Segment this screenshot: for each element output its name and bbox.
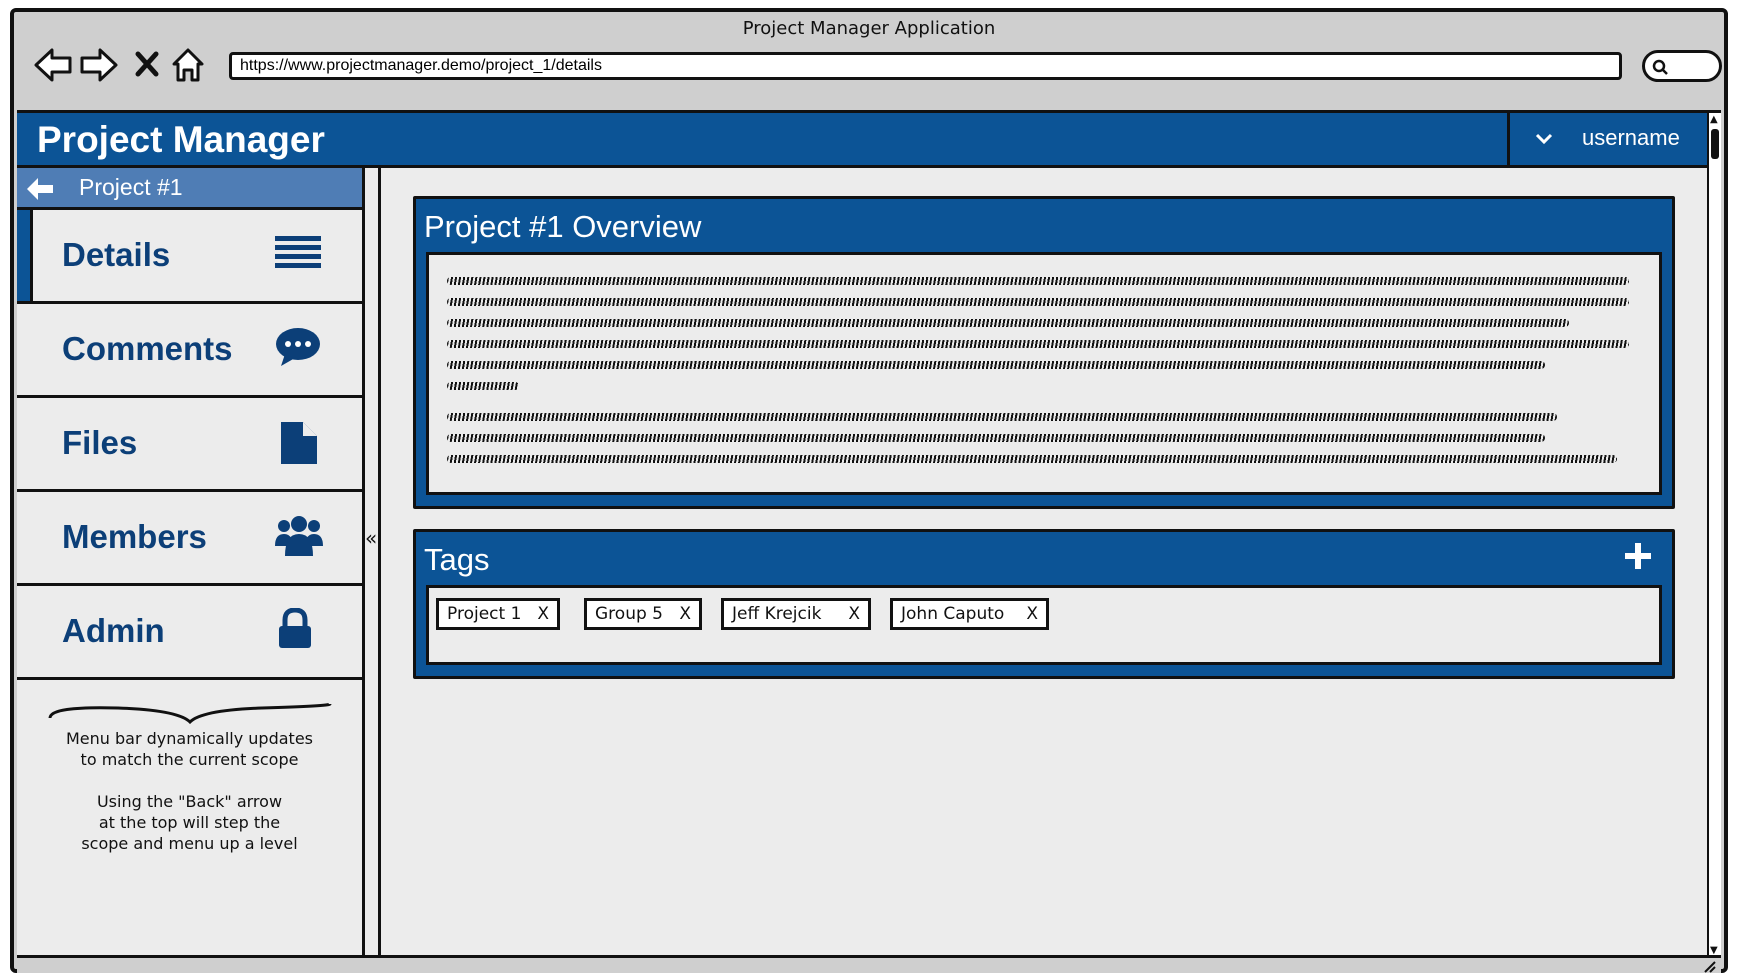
back-scope-label: Project #1 <box>79 174 183 200</box>
remove-tag-button[interactable]: X <box>679 601 691 627</box>
sidebar-collapse-handle[interactable]: « <box>365 168 381 955</box>
sidebar-item-files[interactable]: Files <box>17 398 362 492</box>
back-arrow-icon[interactable] <box>32 44 74 86</box>
annotation-line: scope and menu up a level <box>81 834 298 853</box>
sidebar-item-label: Details <box>62 236 171 273</box>
chevron-down-icon <box>1534 129 1554 153</box>
overview-body <box>426 252 1662 495</box>
file-icon <box>275 420 321 470</box>
user-menu[interactable]: username <box>1507 113 1707 165</box>
remove-tag-button[interactable]: X <box>537 601 549 627</box>
sidebar-item-admin[interactable]: Admin <box>17 586 362 680</box>
tags-title: Tags <box>424 542 490 577</box>
home-icon[interactable] <box>170 44 212 86</box>
back-navigation[interactable]: Project #1 <box>17 168 362 210</box>
tag-chip: John Caputo X <box>890 598 1049 630</box>
remove-tag-button[interactable]: X <box>848 601 860 627</box>
sidebar-item-label: Admin <box>62 612 165 649</box>
plus-icon <box>1625 543 1651 569</box>
scroll-up-icon[interactable]: ▲ <box>1710 115 1718 125</box>
sidebar-item-label: Files <box>62 424 138 461</box>
list-icon <box>275 232 321 276</box>
collapse-chevron-icon: « <box>365 526 378 550</box>
vertical-scrollbar[interactable]: ▲ ▼ <box>1707 113 1721 955</box>
annotation-line: at the top will step the <box>98 813 281 832</box>
sidebar-item-label: Comments <box>62 330 233 367</box>
sidebar-annotation: Menu bar dynamically updates to match th… <box>17 700 362 875</box>
placeholder-text <box>429 255 1659 463</box>
app-header: Project Manager username <box>17 113 1707 168</box>
users-icon <box>275 514 323 562</box>
lock-icon <box>275 607 315 654</box>
tag-label: Group 5 <box>595 604 663 624</box>
browser-search-field[interactable] <box>1642 50 1722 82</box>
sidebar-item-comments[interactable]: Comments <box>17 304 362 398</box>
comment-bubble-icon <box>275 326 321 372</box>
username-label: username <box>1582 125 1680 150</box>
sidebar: Project #1 Details Comments Files Member… <box>17 168 365 955</box>
tags-body: Project 1 X Group 5 X Jeff Krejcik X Joh… <box>426 585 1662 665</box>
tag-label: Project 1 <box>447 604 522 624</box>
stop-icon[interactable] <box>130 44 172 86</box>
add-tag-button[interactable] <box>1624 542 1652 574</box>
annotation-line: to match the current scope <box>80 750 299 769</box>
address-bar[interactable] <box>229 52 1622 80</box>
tag-label: Jeff Krejcik <box>732 604 822 624</box>
sidebar-item-details[interactable]: Details <box>17 210 362 304</box>
tag-chip: Jeff Krejcik X <box>721 598 871 630</box>
search-icon <box>1652 59 1668 75</box>
overview-panel: Project #1 Overview <box>413 196 1675 509</box>
tag-chip: Group 5 X <box>584 598 702 630</box>
annotation-line: Menu bar dynamically updates <box>66 729 313 748</box>
sidebar-item-members[interactable]: Members <box>17 492 362 586</box>
window-title: Project Manager Application <box>742 18 996 39</box>
scrollbar-thumb[interactable] <box>1711 129 1719 159</box>
scroll-down-icon[interactable]: ▼ <box>1710 946 1718 956</box>
tag-chip: Project 1 X <box>436 598 560 630</box>
tag-label: John Caputo <box>901 604 1005 624</box>
tags-panel: Tags Project 1 X Group 5 X Jeff Krejcik <box>413 529 1675 679</box>
browser-window: Project Manager Application Project Mana… <box>10 8 1728 973</box>
status-bar <box>17 955 1721 973</box>
resize-grip-icon[interactable] <box>1703 958 1717 977</box>
back-arrow-icon <box>25 176 55 206</box>
sidebar-item-label: Members <box>62 518 207 555</box>
curly-brace-shape <box>48 702 331 724</box>
app-title: Project Manager <box>37 119 325 160</box>
annotation-line: Using the "Back" arrow <box>96 792 283 811</box>
remove-tag-button[interactable]: X <box>1026 601 1038 627</box>
app-viewport: Project Manager username Project #1 Deta… <box>17 110 1721 955</box>
forward-arrow-icon[interactable] <box>78 44 120 86</box>
overview-title: Project #1 Overview <box>424 209 702 244</box>
